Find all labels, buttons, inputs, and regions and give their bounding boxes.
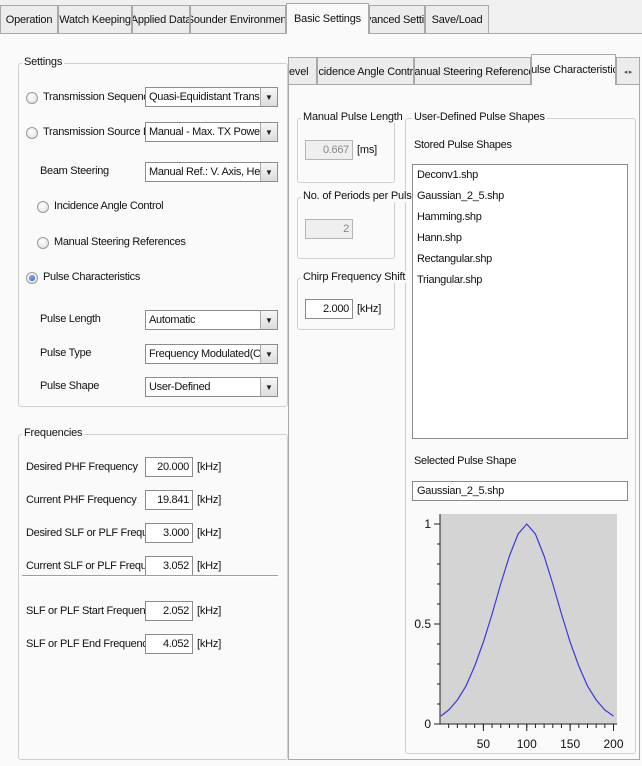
x-tick-label: 150 (560, 737, 580, 751)
tab-basic-settings[interactable]: Basic Settings (286, 3, 369, 34)
y-tick-label: 0 (424, 717, 431, 731)
frequency-row-label: Current PHF Frequency (26, 494, 137, 506)
frequency-row-value[interactable]: 4.052 (145, 634, 193, 654)
y-tick-label: 0.5 (414, 617, 431, 631)
chevron-down-icon[interactable]: ▼ (260, 345, 277, 363)
frequency-row-unit: [kHz] (197, 638, 222, 650)
transmission-source-level-select[interactable]: Manual - Max. TX Power ▼ (145, 122, 278, 142)
chirp-frequency-shift-unit: [kHz] (357, 303, 382, 315)
beam-steering-select[interactable]: Manual Ref.: V. Axis, Heading ▼ (145, 162, 278, 182)
pulse-shape-list-item[interactable]: Deconv1.shp (413, 165, 627, 186)
pulse-length-label: Pulse Length (40, 313, 101, 325)
user-defined-shapes-title: User-Defined Pulse Shapes (412, 111, 547, 123)
stored-pulse-shapes-list[interactable]: Deconv1.shp Gaussian_2_5.shp Hamming.shp Ha… (412, 164, 628, 439)
pulse-shape-list-item[interactable]: Gaussian_2_5.shp (413, 186, 627, 207)
chevron-down-icon[interactable]: ▼ (260, 123, 277, 141)
selected-pulse-shape-field[interactable]: Gaussian_2_5.shp (412, 481, 628, 501)
frequency-row-label: Desired PHF Frequency (26, 461, 138, 473)
manual-steering-references-label: Manual Steering References (54, 236, 186, 248)
frequencies-separator (22, 575, 278, 577)
sub-tab-evel[interactable]: evel (288, 57, 317, 85)
tab-watch-keeping[interactable]: Watch Keeping (58, 5, 132, 33)
frequency-row-label: SLF or PLF Start Frequency (26, 605, 156, 617)
transmission-source-level-value: Manual - Max. TX Power (149, 126, 260, 138)
pulse-length-select[interactable]: Automatic ▼ (145, 310, 278, 330)
sub-tab-pulse-characteristics[interactable]: Pulse Characteristics (531, 54, 616, 85)
tab-operation[interactable]: Operation (0, 5, 58, 33)
tab-sounder-environment[interactable]: Sounder Environment (190, 5, 286, 33)
x-tick-label: 50 (477, 737, 491, 751)
pulse-shape-list-item[interactable]: Triangular.shp (413, 270, 627, 291)
chevron-down-icon[interactable]: ▼ (260, 88, 277, 106)
frequencies-group-title: Frequencies (22, 427, 85, 439)
pulse-shape-list-item[interactable]: Hann.shp (413, 228, 627, 249)
manual-pulse-length-input[interactable]: 0.667 (305, 140, 353, 160)
chirp-frequency-shift-input[interactable]: 2.000 (305, 299, 353, 319)
y-tick-label: 1 (424, 517, 431, 531)
frequency-row-value[interactable]: 3.000 (145, 523, 193, 543)
pulse-characteristics-label: Pulse Characteristics (43, 271, 141, 283)
pulse-shape-select[interactable]: User-Defined ▼ (145, 377, 278, 397)
beam-steering-value: Manual Ref.: V. Axis, Heading (149, 166, 260, 178)
pulse-shape-chart: 00.5150 100 150 200 (414, 514, 624, 751)
frequency-row-value[interactable]: 19.841 (145, 490, 193, 510)
transmission-sequence-label: Transmission Sequence (43, 91, 155, 103)
settings-group-title: Settings (22, 56, 65, 68)
incidence-angle-control-radio[interactable] (37, 201, 49, 213)
frequencies-group (18, 434, 288, 760)
sub-tab-scroll-arrows[interactable]: ◂ ▸ (616, 57, 640, 85)
frequency-row-value[interactable]: 2.052 (145, 601, 193, 621)
pulse-shape-label: Pulse Shape (40, 380, 100, 392)
transmission-sequence-select[interactable]: Quasi-Equidistant Transmission ▼ (145, 87, 278, 107)
chevron-down-icon[interactable]: ▼ (260, 311, 277, 329)
beam-steering-label: Beam Steering (40, 165, 109, 177)
pulse-length-value: Automatic (149, 314, 196, 326)
manual-steering-references-radio[interactable] (37, 237, 49, 249)
frequency-row-unit: [kHz] (197, 494, 222, 506)
frequency-row-label: SLF or PLF End Frequency (26, 638, 153, 650)
chirp-frequency-shift-title: Chirp Frequency Shift (301, 271, 408, 283)
tab-save-load[interactable]: Save/Load (425, 5, 489, 33)
periods-per-pulse-title: No. of Periods per Pulse (301, 190, 420, 202)
frequency-row-unit: [kHz] (197, 560, 222, 572)
chevron-down-icon[interactable]: ▼ (260, 163, 277, 181)
plot-area (440, 514, 617, 724)
pulse-shape-list-item[interactable]: Rectangular.shp (413, 249, 627, 270)
sub-tab-manual-steering-references[interactable]: Manual Steering References (414, 57, 531, 85)
chevron-down-icon[interactable]: ▼ (260, 378, 277, 396)
sub-tab-incidence-angle-control[interactable]: Incidence Angle Control (317, 57, 414, 85)
transmission-source-level-radio[interactable] (26, 127, 38, 139)
pulse-shape-value: User-Defined (149, 381, 211, 393)
frequency-row-unit: [kHz] (197, 461, 222, 473)
transmission-sequence-radio[interactable] (26, 92, 38, 104)
periods-per-pulse-input[interactable]: 2 (305, 219, 353, 239)
stored-pulse-shapes-label: Stored Pulse Shapes (414, 139, 512, 151)
selected-pulse-shape-label: Selected Pulse Shape (414, 455, 517, 467)
incidence-angle-control-label: Incidence Angle Control (54, 200, 164, 212)
pulse-type-select[interactable]: Frequency Modulated(Chirped) ▼ (145, 344, 278, 364)
frequency-row-unit: [kHz] (197, 527, 222, 539)
frequency-row-value[interactable]: 20.000 (145, 457, 193, 477)
pulse-type-value: Frequency Modulated(Chirped) (149, 348, 260, 360)
pulse-characteristics-radio[interactable] (26, 272, 38, 284)
pulse-type-label: Pulse Type (40, 347, 92, 359)
x-tick-label: 100 (517, 737, 537, 751)
x-tick-label: 200 (604, 737, 624, 751)
manual-pulse-length-unit: [ms] (357, 144, 377, 156)
tab-applied-data[interactable]: Applied Data (132, 5, 190, 33)
pulse-shape-list-item[interactable]: Hamming.shp (413, 207, 627, 228)
frequency-row-unit: [kHz] (197, 605, 222, 617)
transmission-sequence-value: Quasi-Equidistant Transmission (149, 91, 260, 103)
frequency-row-value[interactable]: 3.052 (145, 556, 193, 576)
tab-advanced-settings[interactable]: Advanced Settings (369, 5, 425, 33)
manual-pulse-length-title: Manual Pulse Length (301, 111, 405, 123)
